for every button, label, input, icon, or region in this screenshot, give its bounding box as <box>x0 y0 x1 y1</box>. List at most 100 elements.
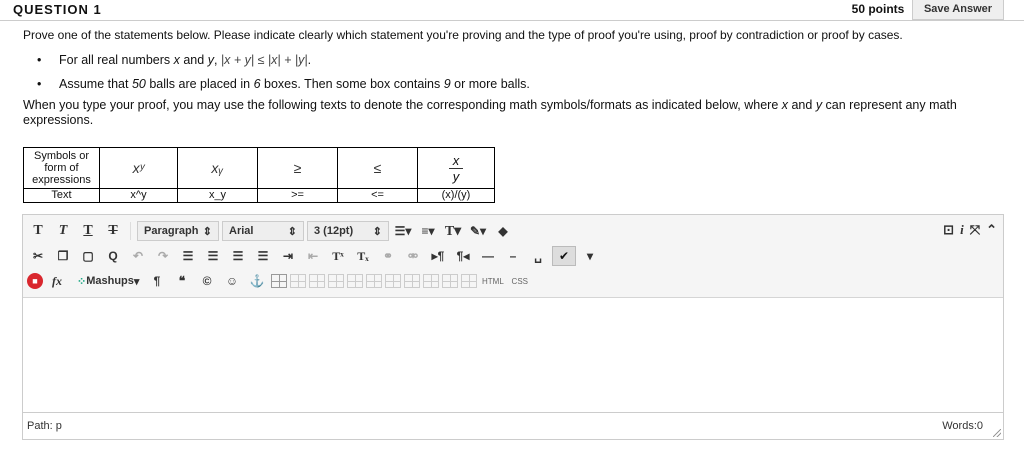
points-label: 50 points <box>851 2 905 16</box>
help-text-part: and <box>788 98 816 112</box>
ltr-icon[interactable]: ▸¶ <box>427 246 449 266</box>
select-arrows-icon: ⇕ <box>372 225 382 238</box>
text-power: x^y <box>99 188 178 203</box>
cut-icon[interactable]: ✂ <box>27 246 49 266</box>
paragraph-mark-icon[interactable]: ¶ <box>146 271 168 291</box>
power-symbol: xʸ <box>132 160 145 176</box>
divider <box>130 222 131 240</box>
copyright-icon[interactable]: © <box>196 271 218 291</box>
fraction-numerator: x <box>448 153 464 169</box>
align-left-icon[interactable]: ☰ <box>177 246 199 266</box>
collapse-toolbar-icon[interactable]: ⌃ <box>986 222 997 238</box>
dropdown-arrow-icon: ▾ <box>133 275 140 288</box>
cell-props-icon[interactable] <box>461 274 477 288</box>
statement-text: and <box>179 53 208 67</box>
text-strikethrough-icon[interactable]: T <box>102 221 124 241</box>
preview-icon[interactable]: ⊡ <box>943 222 954 238</box>
emoji-icon[interactable]: ☺ <box>221 271 243 291</box>
align-justify-icon[interactable]: ☰ <box>252 246 274 266</box>
table-row-after-icon[interactable] <box>309 274 325 288</box>
select-arrows-icon: ⇕ <box>202 225 212 238</box>
question-prompt: Prove one of the statements below. Pleas… <box>23 28 903 42</box>
table-row-before-icon[interactable] <box>290 274 306 288</box>
table-delete-col-icon[interactable] <box>385 274 401 288</box>
spellcheck-icon[interactable]: ✔ <box>552 246 576 266</box>
rtl-icon[interactable]: ¶◂ <box>452 246 474 266</box>
mashups-icon: ⁘ <box>77 275 87 288</box>
number-boxes: 6 <box>253 77 261 91</box>
anchor-icon[interactable]: ⚓ <box>246 271 268 291</box>
outdent-icon[interactable]: ⇤ <box>302 246 324 266</box>
paragraph-select[interactable]: Paragraph ⇕ <box>137 221 219 241</box>
symbol-header-label: Symbols or form of expressions <box>23 147 100 189</box>
help-text-part: When you type your proof, you may use th… <box>23 98 782 112</box>
number-min: 9 <box>443 77 451 91</box>
resize-grip-icon[interactable] <box>993 429 1001 437</box>
statement-list: For all real numbers x and y, |x + y| ≤ … <box>23 48 998 96</box>
html-source-button[interactable]: HTML <box>480 271 506 291</box>
highlight-pen-icon[interactable]: ✎▾ <box>467 221 489 241</box>
table-merge-icon[interactable] <box>404 274 420 288</box>
numbered-list-icon[interactable]: ≡▾ <box>417 221 439 241</box>
text-bold-icon[interactable]: T <box>27 221 49 241</box>
statement-2: Assume that 50 balls are placed in 6 box… <box>37 72 998 96</box>
fraction-denominator: y <box>452 168 460 184</box>
geq-symbol: ≥ <box>293 160 302 176</box>
statement-text: balls are placed in <box>145 77 254 91</box>
mashups-menu[interactable]: ⁘ Mashups ▾ <box>71 271 143 291</box>
record-icon[interactable]: ■ <box>27 273 43 289</box>
paragraph-select-value: Paragraph <box>144 225 199 237</box>
spellcheck-dropdown-icon[interactable]: ▾ <box>579 246 601 266</box>
unlink-icon[interactable]: ⚮ <box>402 246 424 266</box>
mashups-label: Mashups <box>86 275 134 287</box>
question-header: QUESTION 1 50 points Save Answer <box>0 0 1024 21</box>
statement-text: Assume that <box>59 77 132 91</box>
paste-icon[interactable]: ▢ <box>77 246 99 266</box>
superscript-icon[interactable]: Tˣ <box>327 246 349 266</box>
statement-text: For all real numbers <box>59 53 174 67</box>
indent-icon[interactable]: ⇥ <box>277 246 299 266</box>
table-delete-row-icon[interactable] <box>328 274 344 288</box>
redo-icon[interactable]: ↷ <box>152 246 174 266</box>
font-select[interactable]: Arial ⇕ <box>222 221 304 241</box>
align-right-icon[interactable]: ☰ <box>227 246 249 266</box>
table-col-before-icon[interactable] <box>347 274 363 288</box>
bullet-list-icon[interactable]: ☰▾ <box>392 221 414 241</box>
help-text: When you type your proof, you may use th… <box>23 98 998 128</box>
font-select-value: Arial <box>229 225 254 237</box>
find-icon[interactable]: Q <box>102 246 124 266</box>
right-tools: ⊡ i ⤧ ⌃ <box>943 222 997 238</box>
text-underline-icon[interactable]: T <box>77 221 99 241</box>
text-geq: >= <box>257 188 338 203</box>
fullscreen-icon[interactable]: ⤧ <box>970 222 980 238</box>
line-icon[interactable]: – <box>502 246 524 266</box>
rich-text-editor: T T T T Paragraph ⇕ Arial ⇕ 3 (12pt) ⇕ ☰▾ ≡… <box>22 214 1004 440</box>
subscript-icon[interactable]: Tₓ <box>352 246 374 266</box>
table-col-after-icon[interactable] <box>366 274 382 288</box>
info-icon[interactable]: i <box>960 222 964 238</box>
text-row-label: Text <box>23 188 100 203</box>
space-icon[interactable]: ␣ <box>527 246 549 266</box>
horizontal-rule-icon[interactable]: — <box>477 246 499 266</box>
table-split-icon[interactable] <box>423 274 439 288</box>
copy-icon[interactable]: ❐ <box>52 246 74 266</box>
statement-1: For all real numbers x and y, |x + y| ≤ … <box>37 48 998 72</box>
editor-status-bar: Path: p Words:0 <box>23 412 1003 439</box>
toolbar-row-1: T T T T Paragraph ⇕ Arial ⇕ 3 (12pt) ⇕ ☰▾ ≡… <box>27 220 514 242</box>
text-color-icon[interactable]: T▾ <box>442 221 464 241</box>
align-center-icon[interactable]: ☰ <box>202 246 224 266</box>
table-props-icon[interactable] <box>442 274 458 288</box>
eraser-icon[interactable]: ◆ <box>492 221 514 241</box>
quote-icon[interactable]: ❝ <box>171 271 193 291</box>
css-source-button[interactable]: CSS <box>509 271 531 291</box>
editor-text-area[interactable] <box>23 298 1003 411</box>
font-size-select[interactable]: 3 (12pt) ⇕ <box>307 221 389 241</box>
save-answer-button[interactable]: Save Answer <box>912 0 1004 20</box>
leq-symbol: ≤ <box>373 160 382 176</box>
insert-table-icon[interactable] <box>271 274 287 288</box>
formula-icon[interactable]: fx <box>46 271 68 291</box>
undo-icon[interactable]: ↶ <box>127 246 149 266</box>
link-icon[interactable]: ⚭ <box>377 246 399 266</box>
statement-text: boxes. Then some box contains <box>260 77 444 91</box>
text-italic-icon[interactable]: T <box>52 221 74 241</box>
